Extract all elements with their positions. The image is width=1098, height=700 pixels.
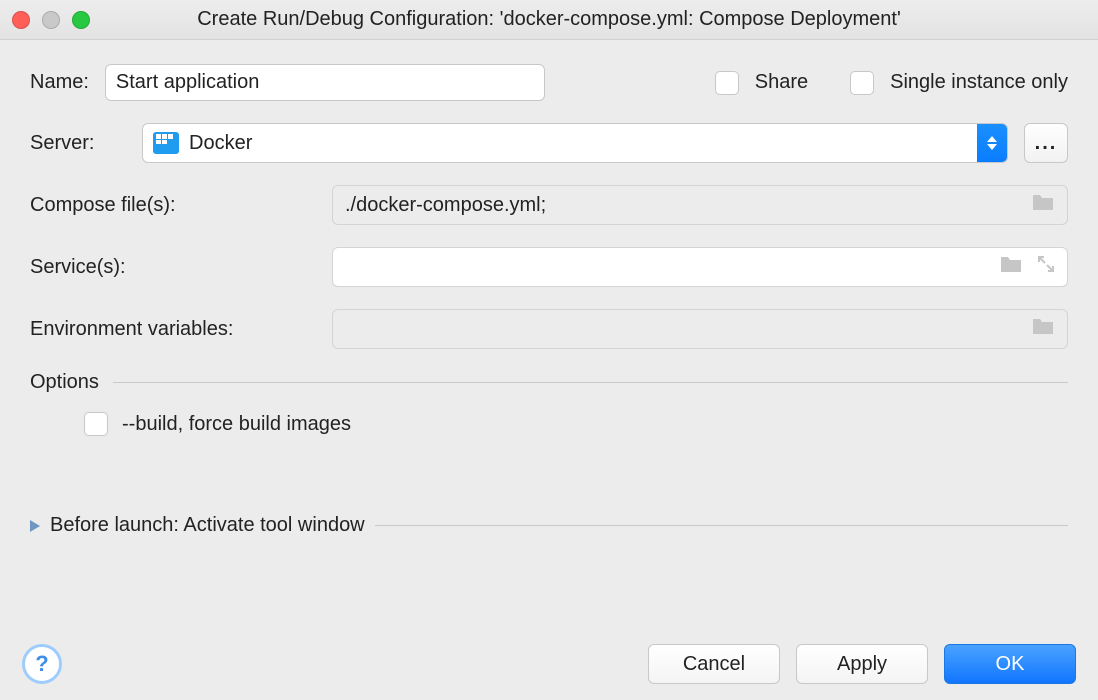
docker-icon [153,132,179,154]
titlebar: Create Run/Debug Configuration: 'docker-… [0,0,1098,40]
server-value: Docker [189,132,252,155]
folder-icon[interactable] [1031,316,1055,342]
before-launch-label: Before launch: Activate tool window [50,514,365,537]
single-instance-label: Single instance only [890,71,1068,94]
server-label: Server: [30,132,126,155]
env-vars-row: Environment variables: [30,309,1068,349]
options-heading: Options [30,371,1068,394]
folder-icon[interactable] [999,254,1023,280]
services-label: Service(s): [30,256,332,279]
server-combobox[interactable]: Docker [142,123,1008,163]
server-browse-button[interactable]: ... [1024,123,1068,163]
build-label: --build, force build images [122,413,351,436]
name-row: Name: Share Single instance only [30,64,1068,101]
share-label: Share [755,71,808,94]
env-vars-field[interactable] [332,309,1068,349]
server-row: Server: Docker ... [30,123,1068,163]
compose-files-field[interactable]: ./docker-compose.yml; [332,185,1068,225]
divider [375,525,1068,526]
single-instance-checkbox[interactable] [850,71,874,95]
close-icon[interactable] [12,11,30,29]
services-field[interactable] [332,247,1068,287]
options-heading-label: Options [30,371,99,394]
combobox-spinner-icon[interactable] [977,124,1007,162]
name-label: Name: [30,71,89,94]
share-checkbox[interactable] [715,71,739,95]
name-input[interactable] [105,64,545,101]
apply-label: Apply [837,653,887,676]
compose-files-label: Compose file(s): [30,194,332,217]
ok-label: OK [996,653,1025,676]
before-launch-heading[interactable]: Before launch: Activate tool window [30,514,1068,537]
services-row: Service(s): [30,247,1068,287]
help-button[interactable]: ? [22,644,62,684]
minimize-icon[interactable] [42,11,60,29]
folder-icon[interactable] [1031,192,1055,218]
dialog-footer: ? Cancel Apply OK [0,628,1098,700]
window-controls [12,11,90,29]
apply-button[interactable]: Apply [796,644,928,684]
expand-icon[interactable] [1037,255,1055,279]
ok-button[interactable]: OK [944,644,1076,684]
zoom-icon[interactable] [72,11,90,29]
build-option-row: --build, force build images [30,412,1068,436]
window-title: Create Run/Debug Configuration: 'docker-… [197,8,901,31]
compose-files-row: Compose file(s): ./docker-compose.yml; [30,185,1068,225]
env-vars-label: Environment variables: [30,318,332,341]
ellipsis-icon: ... [1035,132,1058,155]
cancel-label: Cancel [683,653,745,676]
build-checkbox[interactable] [84,412,108,436]
help-icon: ? [35,651,48,677]
cancel-button[interactable]: Cancel [648,644,780,684]
disclosure-right-icon [30,520,40,532]
compose-files-value: ./docker-compose.yml; [345,194,546,217]
dialog-body: Name: Share Single instance only Server:… [0,40,1098,537]
divider [113,382,1068,383]
